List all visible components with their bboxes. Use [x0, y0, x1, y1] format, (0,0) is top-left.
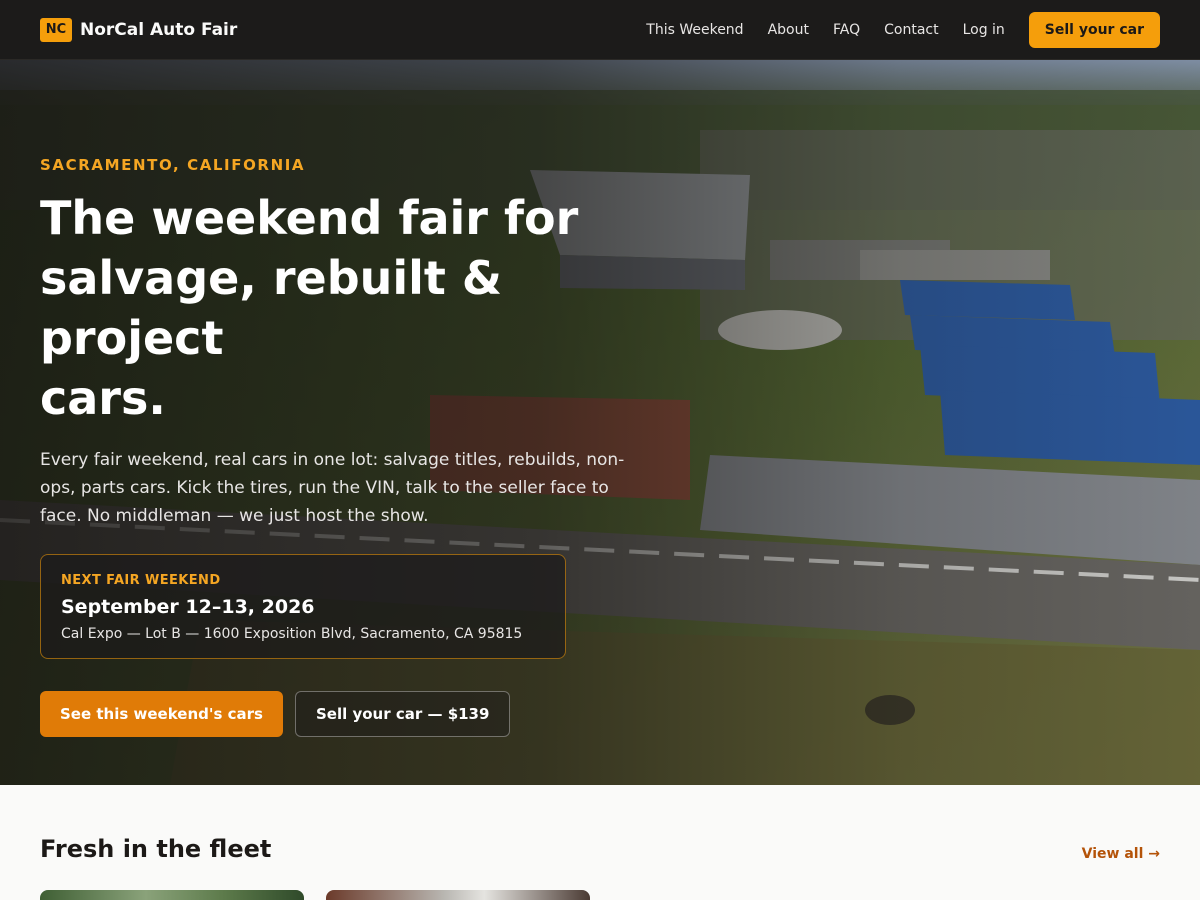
car-card-image[interactable] [40, 890, 304, 900]
brand-name: NorCal Auto Fair [80, 19, 238, 40]
hero-title: The weekend fair for salvage, rebuilt & … [40, 188, 680, 428]
hero-actions: See this weekend's cars Sell your car — … [40, 691, 680, 737]
hero-title-line-2: salvage, rebuilt & project [40, 251, 503, 365]
hero-content: SACRAMENTO, CALIFORNIA The weekend fair … [40, 156, 680, 737]
next-fair-card: NEXT FAIR WEEKEND September 12–13, 2026 … [40, 554, 566, 659]
next-fair-label: NEXT FAIR WEEKEND [61, 573, 221, 588]
car-card-image[interactable] [326, 890, 590, 900]
brand-logo-link[interactable]: NC NorCal Auto Fair [40, 17, 238, 42]
main-nav: This Weekend About FAQ Contact Log in Se… [646, 11, 1160, 48]
next-fair-date: September 12–13, 2026 [61, 596, 315, 618]
nav-contact[interactable]: Contact [884, 22, 938, 38]
hero-section: SACRAMENTO, CALIFORNIA The weekend fair … [0, 60, 1200, 785]
fleet-title: Fresh in the fleet [40, 835, 272, 863]
hero-description: Every fair weekend, real cars in one lot… [40, 450, 625, 526]
see-weekend-cars-button[interactable]: See this weekend's cars [40, 691, 283, 737]
sell-your-car-header-button[interactable]: Sell your car [1028, 11, 1160, 48]
site-header: NC NorCal Auto Fair This Weekend About F… [0, 0, 1200, 60]
hero-title-line-3: cars. [40, 371, 166, 425]
nav-about[interactable]: About [768, 22, 809, 38]
hero-eyebrow: SACRAMENTO, CALIFORNIA [40, 156, 306, 174]
view-all-link[interactable]: View all → [1082, 846, 1160, 862]
hero-title-line-1: The weekend fair for [40, 191, 579, 245]
nav-faq[interactable]: FAQ [833, 22, 860, 38]
sell-your-car-button[interactable]: Sell your car — $139 [294, 691, 511, 737]
fleet-section: Fresh in the fleet View all → [0, 785, 1200, 900]
nav-this-weekend[interactable]: This Weekend [646, 22, 743, 38]
logo-badge: NC [40, 17, 72, 42]
next-fair-location: Cal Expo — Lot B — 1600 Exposition Blvd,… [61, 626, 523, 642]
nav-log-in[interactable]: Log in [963, 22, 1005, 38]
